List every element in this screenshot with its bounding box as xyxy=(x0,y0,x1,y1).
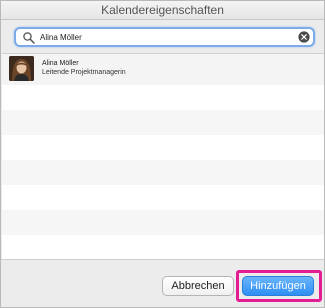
result-row[interactable]: Alina Möller Leitende Projektmanagerin xyxy=(2,54,324,85)
window-title: Kalendereigenschaften xyxy=(1,1,324,20)
clear-icon[interactable] xyxy=(298,31,310,43)
cancel-button[interactable]: Abbrechen xyxy=(162,276,234,296)
search-input[interactable] xyxy=(40,30,290,45)
empty-row xyxy=(2,160,324,185)
empty-row xyxy=(2,85,324,110)
result-job-title: Leitende Projektmanagerin xyxy=(42,69,126,76)
search-results-list: Alina Möller Leitende Projektmanagerin xyxy=(2,53,324,260)
search-box[interactable] xyxy=(14,27,315,47)
search-bar xyxy=(14,27,315,47)
empty-row xyxy=(2,135,324,160)
result-name: Alina Möller xyxy=(42,60,79,67)
empty-row xyxy=(2,185,324,210)
add-button[interactable]: Hinzufügen xyxy=(242,276,314,296)
search-icon xyxy=(23,32,35,44)
calendar-properties-dialog: Kalendereigenschaften Alina Möller Alina… xyxy=(0,0,325,308)
empty-row xyxy=(2,210,324,235)
dialog-footer: Abbrechen Hinzufügen xyxy=(1,259,324,307)
empty-row xyxy=(2,235,324,260)
empty-row xyxy=(2,110,324,135)
avatar xyxy=(9,56,34,81)
